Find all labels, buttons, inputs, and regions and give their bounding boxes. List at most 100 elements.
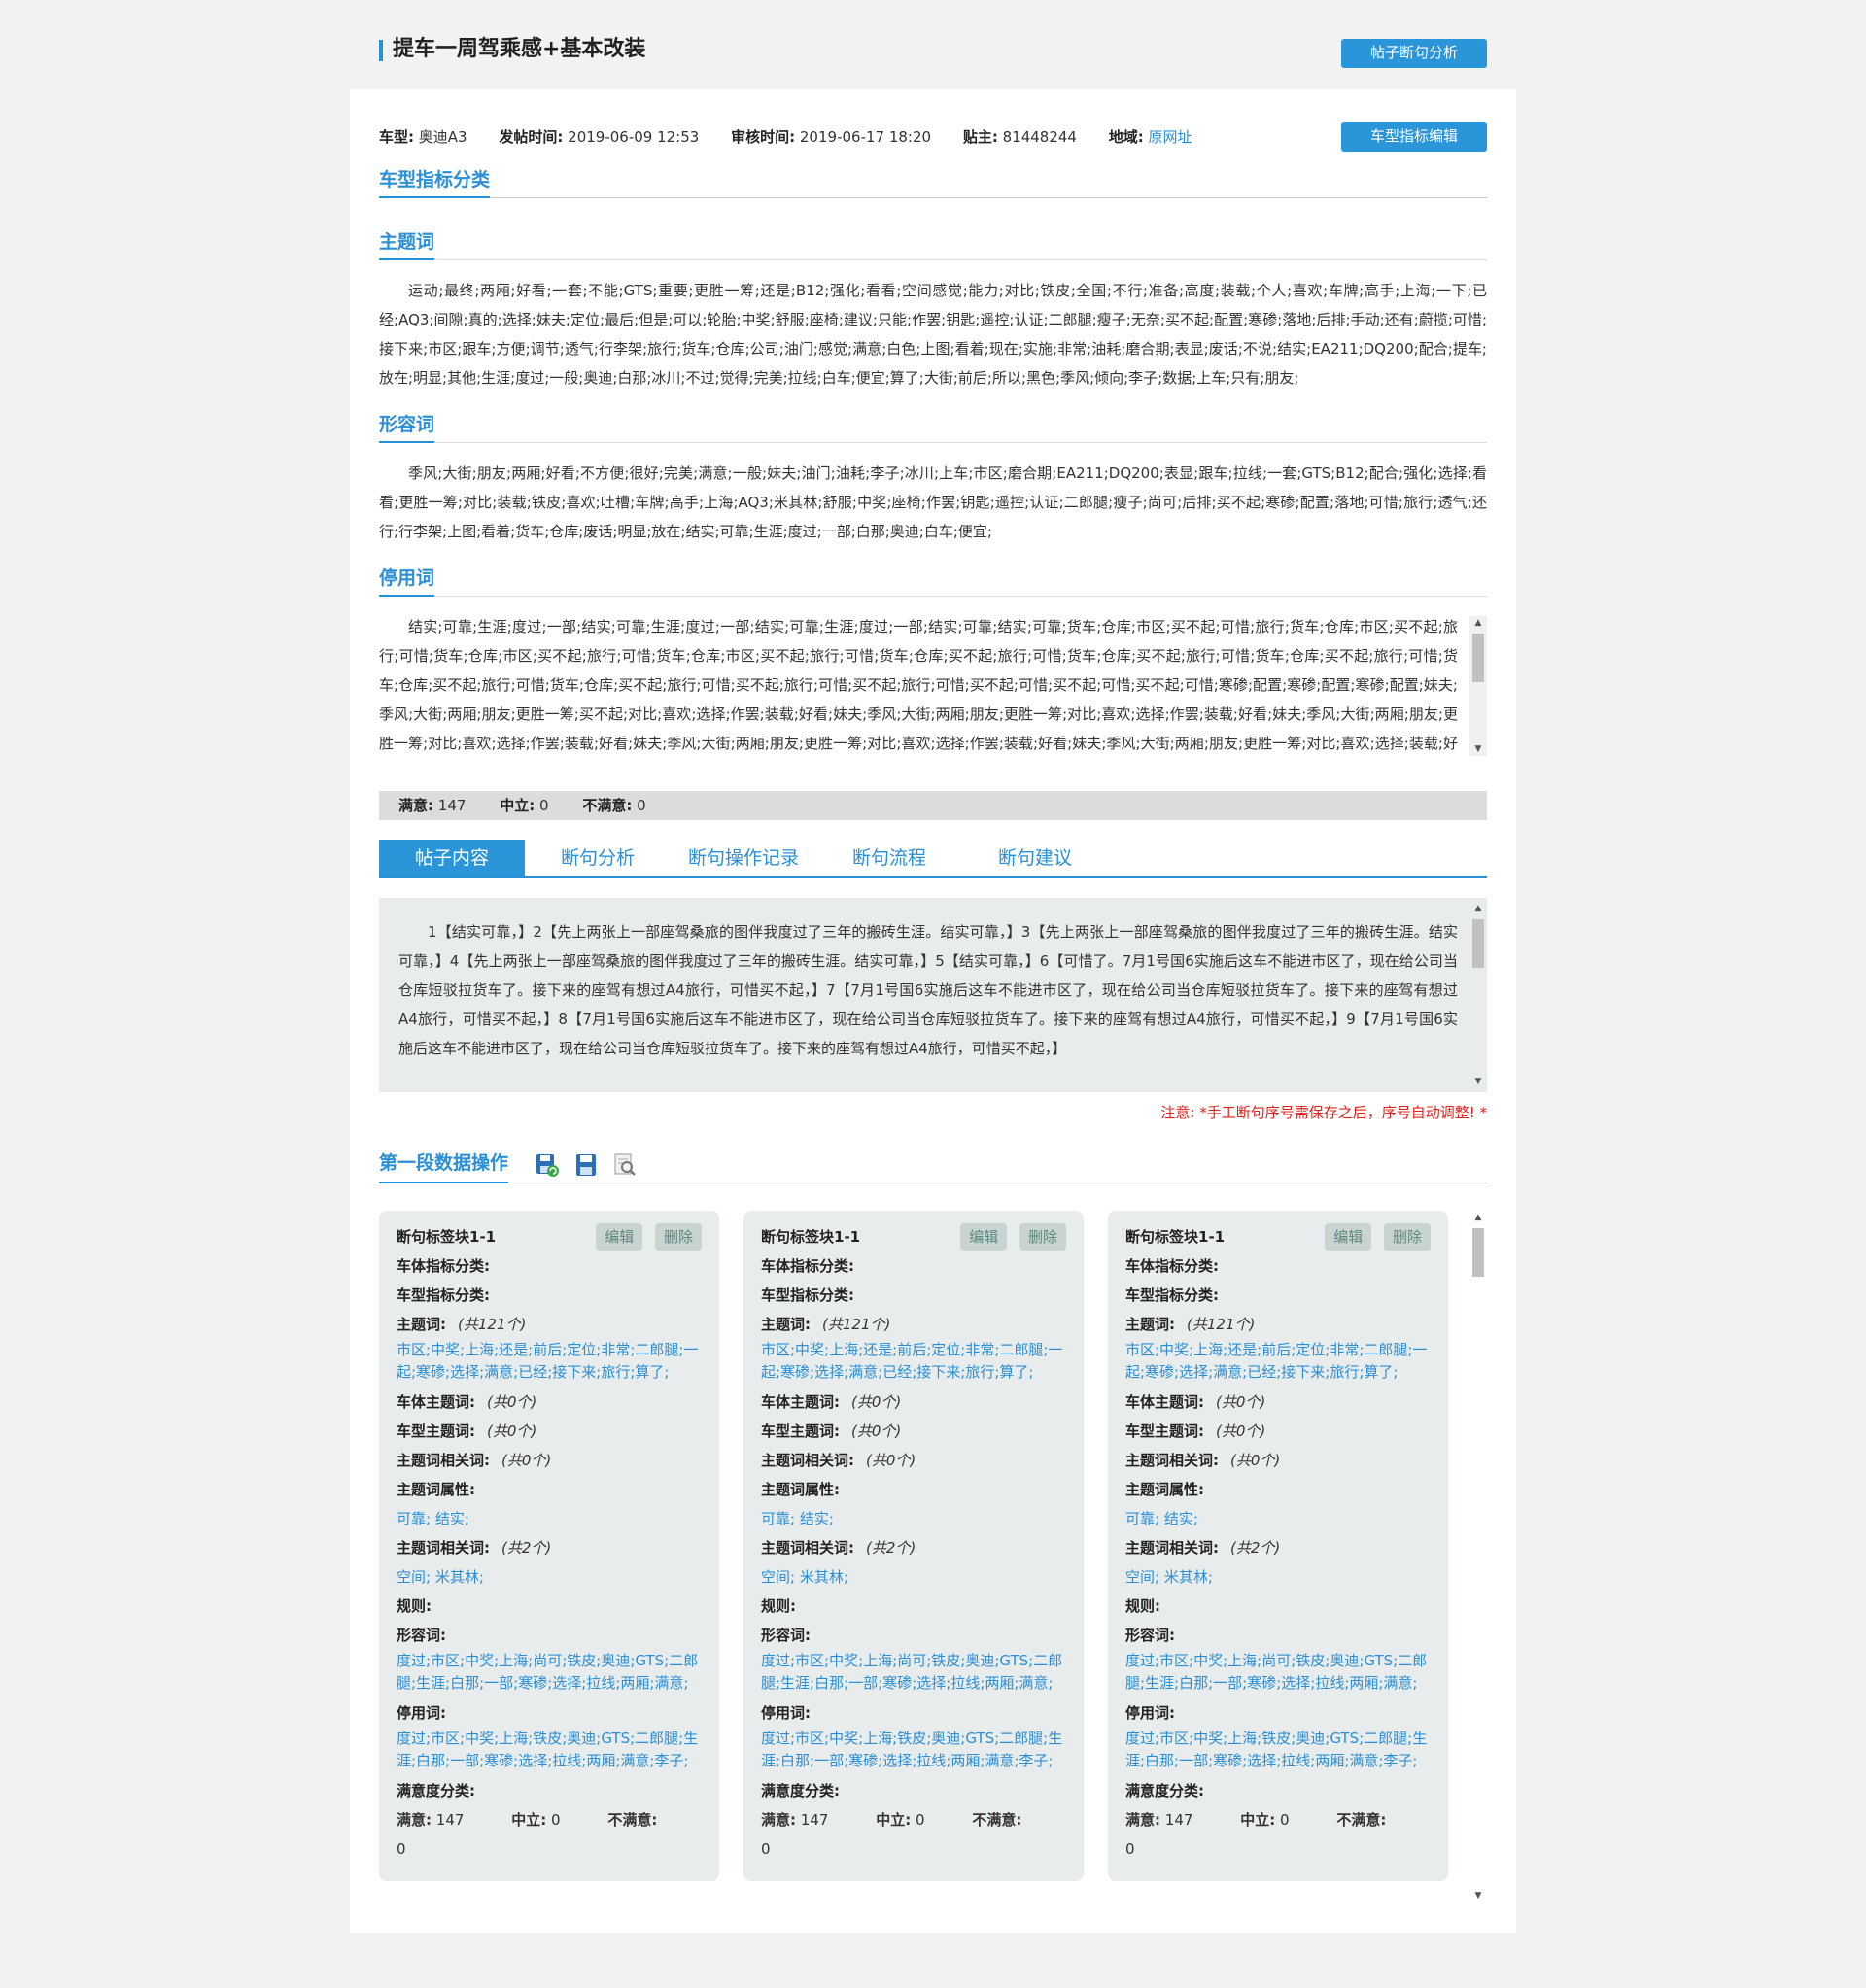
main-card: 车型: 奥迪A3 发帖时间: 2019-06-09 12:53 审核时间: 20…	[350, 89, 1516, 1933]
card-edit-button[interactable]: 编辑	[596, 1223, 643, 1251]
body-topic-row: 车体主题词: (共0个)	[761, 1393, 902, 1411]
body-category-label: 车体指标分类:	[761, 1257, 854, 1275]
card-satisfaction-line: 满意: 147 中立: 0 不满意: 0	[761, 1811, 1022, 1858]
meta-post-time: 发帖时间: 2019-06-09 12:53	[499, 128, 700, 146]
topic-words-title: 主题词	[379, 227, 435, 260]
sat-category-label: 满意度分类:	[761, 1782, 840, 1799]
adj-label: 形容词:	[397, 1627, 446, 1644]
model-category-label: 车型指标分类:	[761, 1286, 854, 1304]
adj-label: 形容词:	[1125, 1627, 1175, 1644]
topic-related2-row: 主题词相关词: (共2个)	[397, 1539, 552, 1557]
topic-related-row: 主题词相关词: (共0个)	[1125, 1452, 1281, 1469]
adj-word-list: 度过;市区;中奖;上海;尚可;铁皮;奥迪;GTS;二郎腿;生涯;白那;一部;寒碜…	[397, 1652, 699, 1692]
card-actions: 编辑 删除	[588, 1222, 702, 1251]
tab-sentence-suggestion[interactable]: 断句建议	[962, 840, 1108, 876]
topic-words-text: 运动;最终;两厢;好看;一套;不能;GTS;重要;更胜一筹;还是;B12;强化;…	[379, 282, 1487, 387]
adj-words-text: 季风;大街;朋友;两厢;好看;不方便;很好;完美;满意;一般;妹夫;油门;油耗;…	[379, 464, 1487, 540]
stop-words-box: 结实;可靠;生涯;度过;一部;结实;可靠;生涯;度过;一部;结实;可靠;生涯;度…	[379, 612, 1487, 756]
scroll-down-arrow-icon[interactable]: ▼	[1469, 742, 1487, 756]
topic-word-list: 市区;中奖;上海;还是;前后;定位;非常;二郎腿;一起;寒碜;选择;满意;已经;…	[1125, 1341, 1428, 1381]
adj-word-list: 度过;市区;中奖;上海;尚可;铁皮;奥迪;GTS;二郎腿;生涯;白那;一部;寒碜…	[1125, 1652, 1428, 1692]
card-edit-button[interactable]: 编辑	[960, 1223, 1008, 1251]
post-content-scrollbar[interactable]: ▲ ▼	[1469, 902, 1487, 1088]
scroll-up-arrow-icon[interactable]: ▲	[1469, 902, 1487, 915]
post-content-box: 1【结实可靠，】2【先上两张上一部座驾桑旅的图伴我度过了三年的搬砖生涯。结实可靠…	[379, 898, 1487, 1092]
first-segment-ops-title: 第一段数据操作	[379, 1148, 509, 1183]
meta-author: 贴主: 81448244	[962, 128, 1077, 146]
tab-sentence-analysis[interactable]: 断句分析	[525, 840, 671, 876]
stop-words-header: 停用词	[379, 564, 1487, 597]
topic-words-header: 主题词	[379, 227, 1487, 260]
card-actions: 编辑 删除	[952, 1222, 1066, 1251]
post-meta-row: 车型: 奥迪A3 发帖时间: 2019-06-09 12:53 审核时间: 20…	[379, 122, 1487, 152]
rules-label: 规则:	[1125, 1597, 1160, 1615]
card-delete-button[interactable]: 删除	[1019, 1223, 1066, 1251]
topic-attr-label: 主题词属性:	[397, 1481, 475, 1498]
save-refresh-icon[interactable]	[535, 1152, 560, 1178]
topic-row: 主题词: (共121个)	[397, 1316, 527, 1333]
model-topic-row: 车型主题词: (共0个)	[761, 1422, 902, 1440]
content-tabs: 帖子内容 断句分析 断句操作记录 断句流程 断句建议	[379, 840, 1487, 878]
scroll-up-arrow-icon[interactable]: ▲	[1469, 616, 1487, 630]
topic-attr-label: 主题词属性:	[761, 1481, 840, 1498]
topic-attr-words: 可靠; 结实;	[397, 1510, 469, 1527]
stop-word-list: 度过;市区;中奖;上海;铁皮;奥迪;GTS;二郎腿;生涯;白那;一部;寒碜;选择…	[761, 1730, 1063, 1769]
adj-word-list: 度过;市区;中奖;上海;尚可;铁皮;奥迪;GTS;二郎腿;生涯;白那;一部;寒碜…	[761, 1652, 1063, 1692]
topic-related2-row: 主题词相关词: (共2个)	[761, 1539, 916, 1557]
sat-category-label: 满意度分类:	[1125, 1782, 1204, 1799]
stat-dissatisfied: 不满意: 0	[582, 797, 646, 814]
preview-search-icon[interactable]	[612, 1152, 638, 1178]
scrollbar-thumb[interactable]	[1472, 1228, 1484, 1277]
card-actions: 编辑 删除	[1317, 1222, 1431, 1251]
topic-row: 主题词: (共121个)	[1125, 1316, 1256, 1333]
stop-label: 停用词:	[397, 1704, 446, 1722]
tab-sentence-flow[interactable]: 断句流程	[816, 840, 962, 876]
tab-sentence-op-log[interactable]: 断句操作记录	[671, 840, 816, 876]
sentence-tag-card: 断句标签块1-1 编辑 删除 车体指标分类: 车型指标分类: 主题词: (共121…	[1108, 1211, 1448, 1881]
scrollbar-thumb[interactable]	[1472, 634, 1484, 682]
topic-related-row: 主题词相关词: (共0个)	[761, 1452, 916, 1469]
stat-satisfied: 满意: 147	[398, 797, 466, 814]
model-category-label: 车型指标分类:	[397, 1286, 490, 1304]
model-category-header: 车型指标分类	[379, 165, 1487, 198]
model-index-edit-button[interactable]: 车型指标编辑	[1341, 122, 1487, 152]
card-satisfaction-line: 满意: 147 中立: 0 不满意: 0	[1125, 1811, 1387, 1858]
adj-words-header: 形容词	[379, 410, 1487, 443]
original-url-link[interactable]: 原网址	[1149, 128, 1192, 146]
card-edit-button[interactable]: 编辑	[1325, 1223, 1372, 1251]
topic-related2-words: 空间; 米其林;	[761, 1568, 848, 1586]
model-category-title: 车型指标分类	[379, 165, 491, 198]
stop-words-scrollbar[interactable]: ▲ ▼	[1469, 616, 1487, 756]
tab-post-content[interactable]: 帖子内容	[379, 840, 525, 876]
card-delete-button[interactable]: 删除	[1384, 1223, 1431, 1251]
card-delete-button[interactable]: 删除	[655, 1223, 702, 1251]
meta-car: 车型: 奥迪A3	[379, 128, 467, 146]
model-topic-row: 车型主题词: (共0个)	[397, 1422, 537, 1440]
sentence-tag-card: 断句标签块1-1 编辑 删除 车体指标分类: 车型指标分类: 主题词: (共121…	[743, 1211, 1084, 1881]
meta-region: 地域: 原网址	[1108, 128, 1192, 146]
scroll-down-arrow-icon[interactable]: ▼	[1469, 1889, 1487, 1902]
stop-word-list: 度过;市区;中奖;上海;铁皮;奥迪;GTS;二郎腿;生涯;白那;一部;寒碜;选择…	[1125, 1730, 1428, 1769]
post-content-text: 1【结实可靠，】2【先上两张上一部座驾桑旅的图伴我度过了三年的搬砖生涯。结实可靠…	[398, 923, 1458, 1057]
rules-label: 规则:	[761, 1597, 796, 1615]
top-bar: 提车一周驾乘感+基本改装 帖子断句分析	[379, 35, 1487, 70]
body-topic-row: 车体主题词: (共0个)	[397, 1393, 537, 1411]
topic-attr-words: 可靠; 结实;	[1125, 1510, 1198, 1527]
cards-scrollbar[interactable]: ▲ ▼	[1469, 1211, 1487, 1902]
sentence-tag-card: 断句标签块1-1 编辑 删除 车体指标分类: 车型指标分类: 主题词: (共121…	[379, 1211, 719, 1881]
save-icon[interactable]	[573, 1152, 599, 1178]
first-segment-ops-header: 第一段数据操作	[379, 1148, 1487, 1183]
post-analysis-button[interactable]: 帖子断句分析	[1341, 39, 1487, 68]
page-title: 提车一周驾乘感+基本改装	[379, 35, 645, 64]
scrollbar-thumb[interactable]	[1472, 919, 1484, 968]
topic-related2-words: 空间; 米其林;	[397, 1568, 484, 1586]
topic-related2-row: 主题词相关词: (共2个)	[1125, 1539, 1281, 1557]
stop-label: 停用词:	[1125, 1704, 1175, 1722]
topic-word-list: 市区;中奖;上海;还是;前后;定位;非常;二郎腿;一起;寒碜;选择;满意;已经;…	[761, 1341, 1063, 1381]
topic-related-row: 主题词相关词: (共0个)	[397, 1452, 552, 1469]
stop-word-list: 度过;市区;中奖;上海;铁皮;奥迪;GTS;二郎腿;生涯;白那;一部;寒碜;选择…	[397, 1730, 699, 1769]
body-topic-row: 车体主题词: (共0个)	[1125, 1393, 1266, 1411]
scroll-up-arrow-icon[interactable]: ▲	[1469, 1211, 1487, 1224]
stop-label: 停用词:	[761, 1704, 811, 1722]
scroll-down-arrow-icon[interactable]: ▼	[1469, 1075, 1487, 1088]
